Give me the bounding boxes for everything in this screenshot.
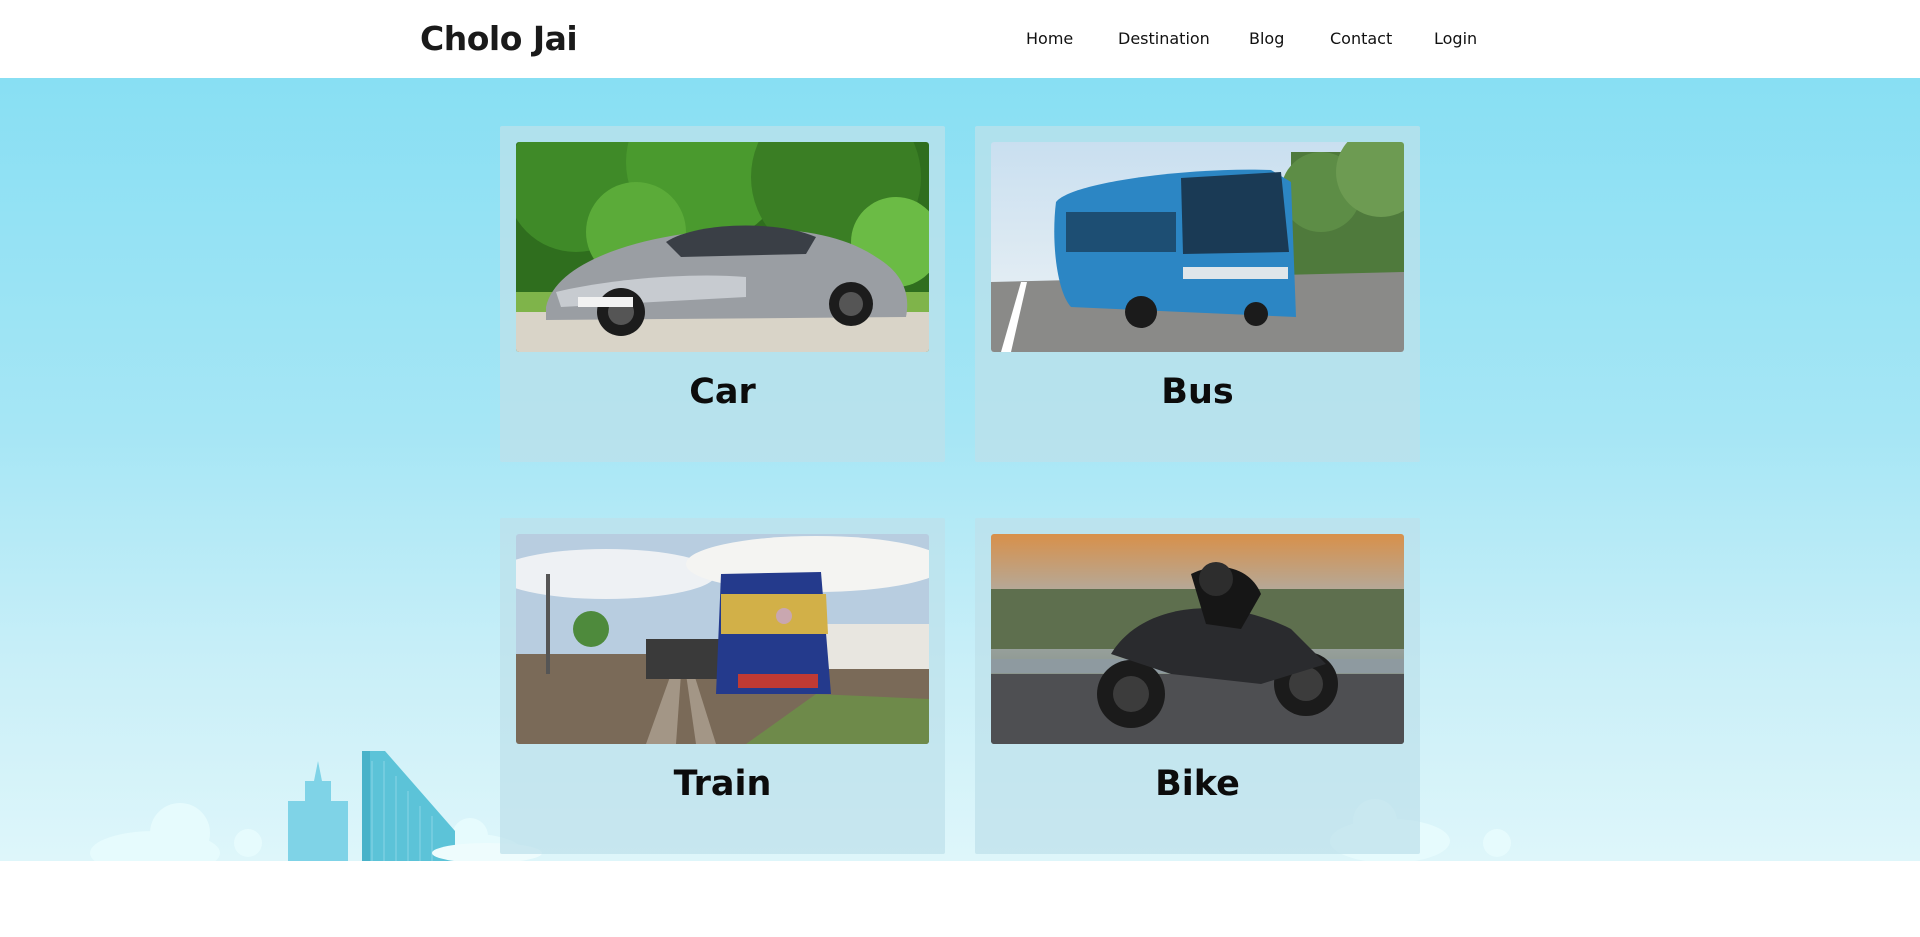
hero-section: Car Bus Train Bike bbox=[0, 78, 1920, 861]
nav-blog-link[interactable]: Blog bbox=[1249, 29, 1284, 48]
nav-destination-link[interactable]: Destination bbox=[1118, 29, 1210, 48]
transport-card-bike[interactable]: Bike bbox=[975, 518, 1420, 854]
nav-contact-link[interactable]: Contact bbox=[1330, 29, 1392, 48]
bike-image bbox=[991, 534, 1404, 744]
car-image bbox=[516, 142, 929, 352]
nav-login-link[interactable]: Login bbox=[1434, 29, 1477, 48]
train-image bbox=[516, 534, 929, 744]
main-nav: Home Destination Blog Contact Login bbox=[0, 29, 1920, 53]
site-header: Cholo Jai Home Destination Blog Contact … bbox=[0, 0, 1920, 78]
transport-card-car[interactable]: Car bbox=[500, 126, 945, 462]
card-title-train: Train bbox=[673, 764, 772, 804]
bus-image bbox=[991, 142, 1404, 352]
transport-card-bus[interactable]: Bus bbox=[975, 126, 1420, 462]
card-title-bus: Bus bbox=[1161, 372, 1234, 412]
card-title-car: Car bbox=[689, 372, 756, 412]
card-title-bike: Bike bbox=[1155, 764, 1240, 804]
city-skyline-illustration bbox=[90, 751, 1511, 861]
nav-home-link[interactable]: Home bbox=[1026, 29, 1073, 48]
transport-card-train[interactable]: Train bbox=[500, 518, 945, 854]
